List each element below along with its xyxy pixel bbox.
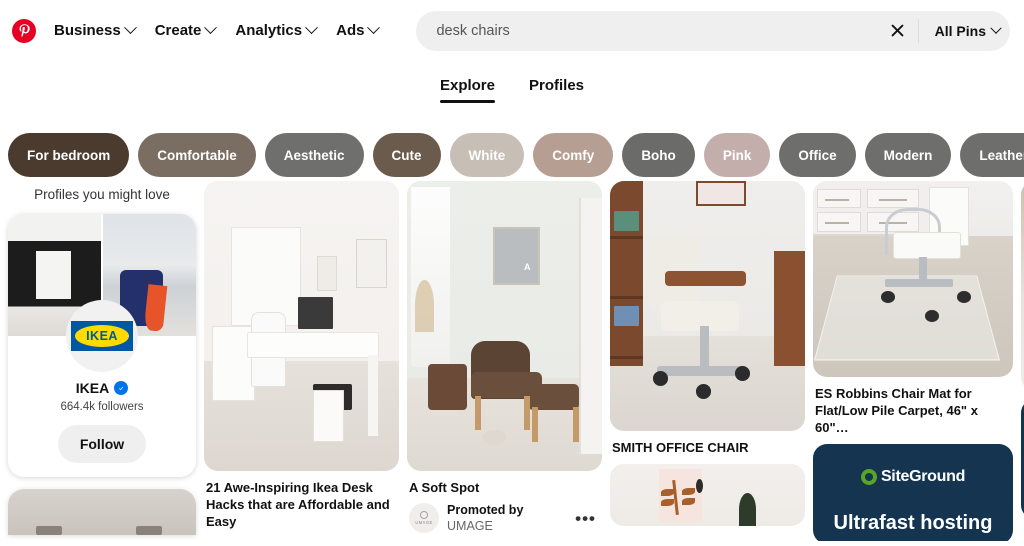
tab-explore[interactable]: Explore — [439, 77, 496, 103]
search-bar[interactable]: All Pins — [416, 10, 1010, 51]
filter-chip-comfortable[interactable]: Comfortable — [138, 133, 256, 177]
clear-search-button[interactable] — [880, 13, 916, 49]
overflow-menu-icon[interactable]: ••• — [575, 510, 600, 527]
nav-item-create[interactable]: Create — [145, 16, 226, 45]
pin-botanical-partial[interactable] — [610, 464, 805, 527]
filter-chip-cute[interactable]: Cute — [372, 133, 441, 177]
avatar: IKEA — [66, 300, 138, 372]
pin-a-soft-spot[interactable]: A A Soft Spot UMAGE Promoted by UMAGE ••… — [407, 181, 602, 535]
filter-chip-label: Office — [798, 147, 837, 163]
chevron-down-icon — [123, 21, 137, 35]
nav-item-label: Analytics — [235, 22, 303, 39]
pin-column-4: ES Robbins Chair Mat for Flat/Low Pile C… — [813, 181, 1013, 541]
nav-item-label: Ads — [336, 22, 365, 39]
top-header: Business Create Analytics Ads All Pins — [0, 0, 1024, 61]
siteground-ad-card: SiteGround Ultrafast hosting — [813, 444, 1013, 541]
profiles-section-title: Profiles you might love — [34, 187, 170, 202]
chevron-down-icon — [204, 21, 218, 35]
tab-explore-label: Explore — [439, 77, 495, 94]
filter-chip-white[interactable]: White — [449, 133, 525, 177]
pin-es-robbins-chair-mat[interactable]: ES Robbins Chair Mat for Flat/Low Pile C… — [813, 181, 1013, 436]
nav-item-business[interactable]: Business — [44, 16, 145, 45]
pin-column-1: 21 Awe-Inspiring Ikea Desk Hacks that ar… — [204, 181, 399, 538]
pin-image[interactable] — [204, 181, 399, 471]
pin-column-2: A A Soft Spot UMAGE Promoted by UMAGE ••… — [407, 181, 602, 541]
lounge-chair-photo: A — [407, 181, 602, 471]
filter-chip-label: Boho — [641, 147, 676, 163]
chevron-down-icon — [305, 21, 318, 35]
filter-chips-row: For bedroom Comfortable Aesthetic Cute W… — [0, 103, 1024, 181]
profile-followers-count: 664.4k followers — [60, 401, 144, 413]
pin-image[interactable] — [610, 464, 805, 527]
pin-image[interactable] — [813, 181, 1013, 377]
ikea-logo-icon: IKEA — [71, 321, 133, 351]
filter-chip-office[interactable]: Office — [779, 133, 856, 177]
header-divider — [917, 18, 919, 43]
verified-badge-icon — [114, 381, 129, 395]
pin-title: 21 Awe-Inspiring Ikea Desk Hacks that ar… — [206, 480, 390, 530]
filter-chip-leather[interactable]: Leather — [960, 133, 1024, 177]
siteground-ad-headline: Ultrafast hosting — [833, 512, 993, 535]
ikea-logo-text: IKEA — [75, 325, 129, 347]
profile-card-ikea[interactable]: IKEA IKEA 664.4k followers Follow — [8, 214, 196, 477]
nav-item-analytics[interactable]: Analytics — [225, 16, 326, 45]
pin-siteground-ad[interactable]: SiteGround Ultrafast hosting — [813, 444, 1013, 541]
pin-image[interactable]: SiteGround Ultrafast hosting — [813, 444, 1013, 541]
filter-chip-label: Comfortable — [157, 147, 237, 163]
pin-title: A Soft Spot — [409, 480, 480, 495]
filter-chip-comfy[interactable]: Comfy — [533, 133, 614, 177]
chevron-down-icon — [367, 21, 381, 35]
filter-chip-modern[interactable]: Modern — [864, 133, 952, 177]
chair-mat-photo — [813, 181, 1013, 377]
pin-image[interactable] — [610, 181, 805, 431]
botanical-art-photo — [610, 464, 805, 527]
siteground-logo: SiteGround — [860, 468, 966, 486]
tab-profiles[interactable]: Profiles — [529, 77, 584, 103]
pinterest-logo-icon[interactable] — [12, 18, 36, 43]
filter-chip-label: For bedroom — [27, 147, 111, 163]
follow-button[interactable]: Follow — [57, 425, 147, 463]
pin-ikea-desk-hacks[interactable]: 21 Awe-Inspiring Ikea Desk Hacks that ar… — [204, 181, 399, 530]
promoted-brand-name: UMAGE — [447, 519, 493, 534]
all-pins-label: All Pins — [934, 22, 986, 39]
results-tabs: Explore Profiles — [0, 61, 1024, 103]
filter-chip-boho[interactable]: Boho — [622, 133, 695, 177]
filter-chip-label: White — [468, 147, 506, 163]
search-input[interactable] — [436, 22, 880, 39]
brand-avatar-text: UMAGE — [415, 520, 433, 526]
nav-item-label: Create — [154, 22, 202, 39]
pin-title: ES Robbins Chair Mat for Flat/Low Pile C… — [815, 386, 978, 436]
filter-chip-aesthetic[interactable]: Aesthetic — [264, 133, 364, 177]
pin-column-3: SMITH OFFICE CHAIR — [610, 181, 805, 534]
pin-image[interactable]: A — [407, 181, 602, 471]
brand-avatar[interactable]: UMAGE — [409, 503, 439, 534]
profile-name: IKEA — [75, 380, 110, 396]
filter-chip-label: Cute — [391, 147, 422, 163]
home-office-photo — [204, 181, 399, 471]
all-pins-dropdown[interactable]: All Pins — [921, 22, 1004, 39]
promoted-text: Promoted by UMAGE — [447, 502, 567, 535]
siteground-logo-text: SiteGround — [880, 468, 966, 486]
profiles-column: Profiles you might love IKEA IKEA 664.4k… — [8, 181, 196, 535]
filter-chip-for-bedroom[interactable]: For bedroom — [8, 133, 130, 177]
nav-item-ads[interactable]: Ads — [326, 16, 388, 45]
filter-chip-pink[interactable]: Pink — [703, 133, 771, 177]
filter-chip-label: Pink — [722, 147, 752, 163]
results-grid: Profiles you might love IKEA IKEA 664.4k… — [0, 181, 1024, 541]
pin-smith-office-chair[interactable]: SMITH OFFICE CHAIR — [610, 181, 805, 456]
filter-chip-label: Comfy — [552, 147, 595, 163]
filter-chip-label: Leather — [979, 147, 1024, 163]
pin-title: SMITH OFFICE CHAIR — [612, 440, 749, 455]
office-chair-photo — [610, 181, 805, 431]
promoted-attribution: UMAGE Promoted by UMAGE ••• — [407, 496, 602, 535]
filter-chip-label: Modern — [883, 147, 933, 163]
siteground-logo-icon — [860, 469, 877, 486]
promoted-label: Promoted by — [447, 503, 524, 518]
profile-card-partial-next[interactable] — [8, 489, 196, 535]
chevron-down-icon — [990, 22, 1002, 34]
nav-item-label: Business — [54, 22, 121, 39]
profile-name-row: IKEA — [8, 380, 196, 396]
tab-profiles-label: Profiles — [529, 77, 585, 94]
filter-chip-label: Aesthetic — [283, 147, 345, 163]
